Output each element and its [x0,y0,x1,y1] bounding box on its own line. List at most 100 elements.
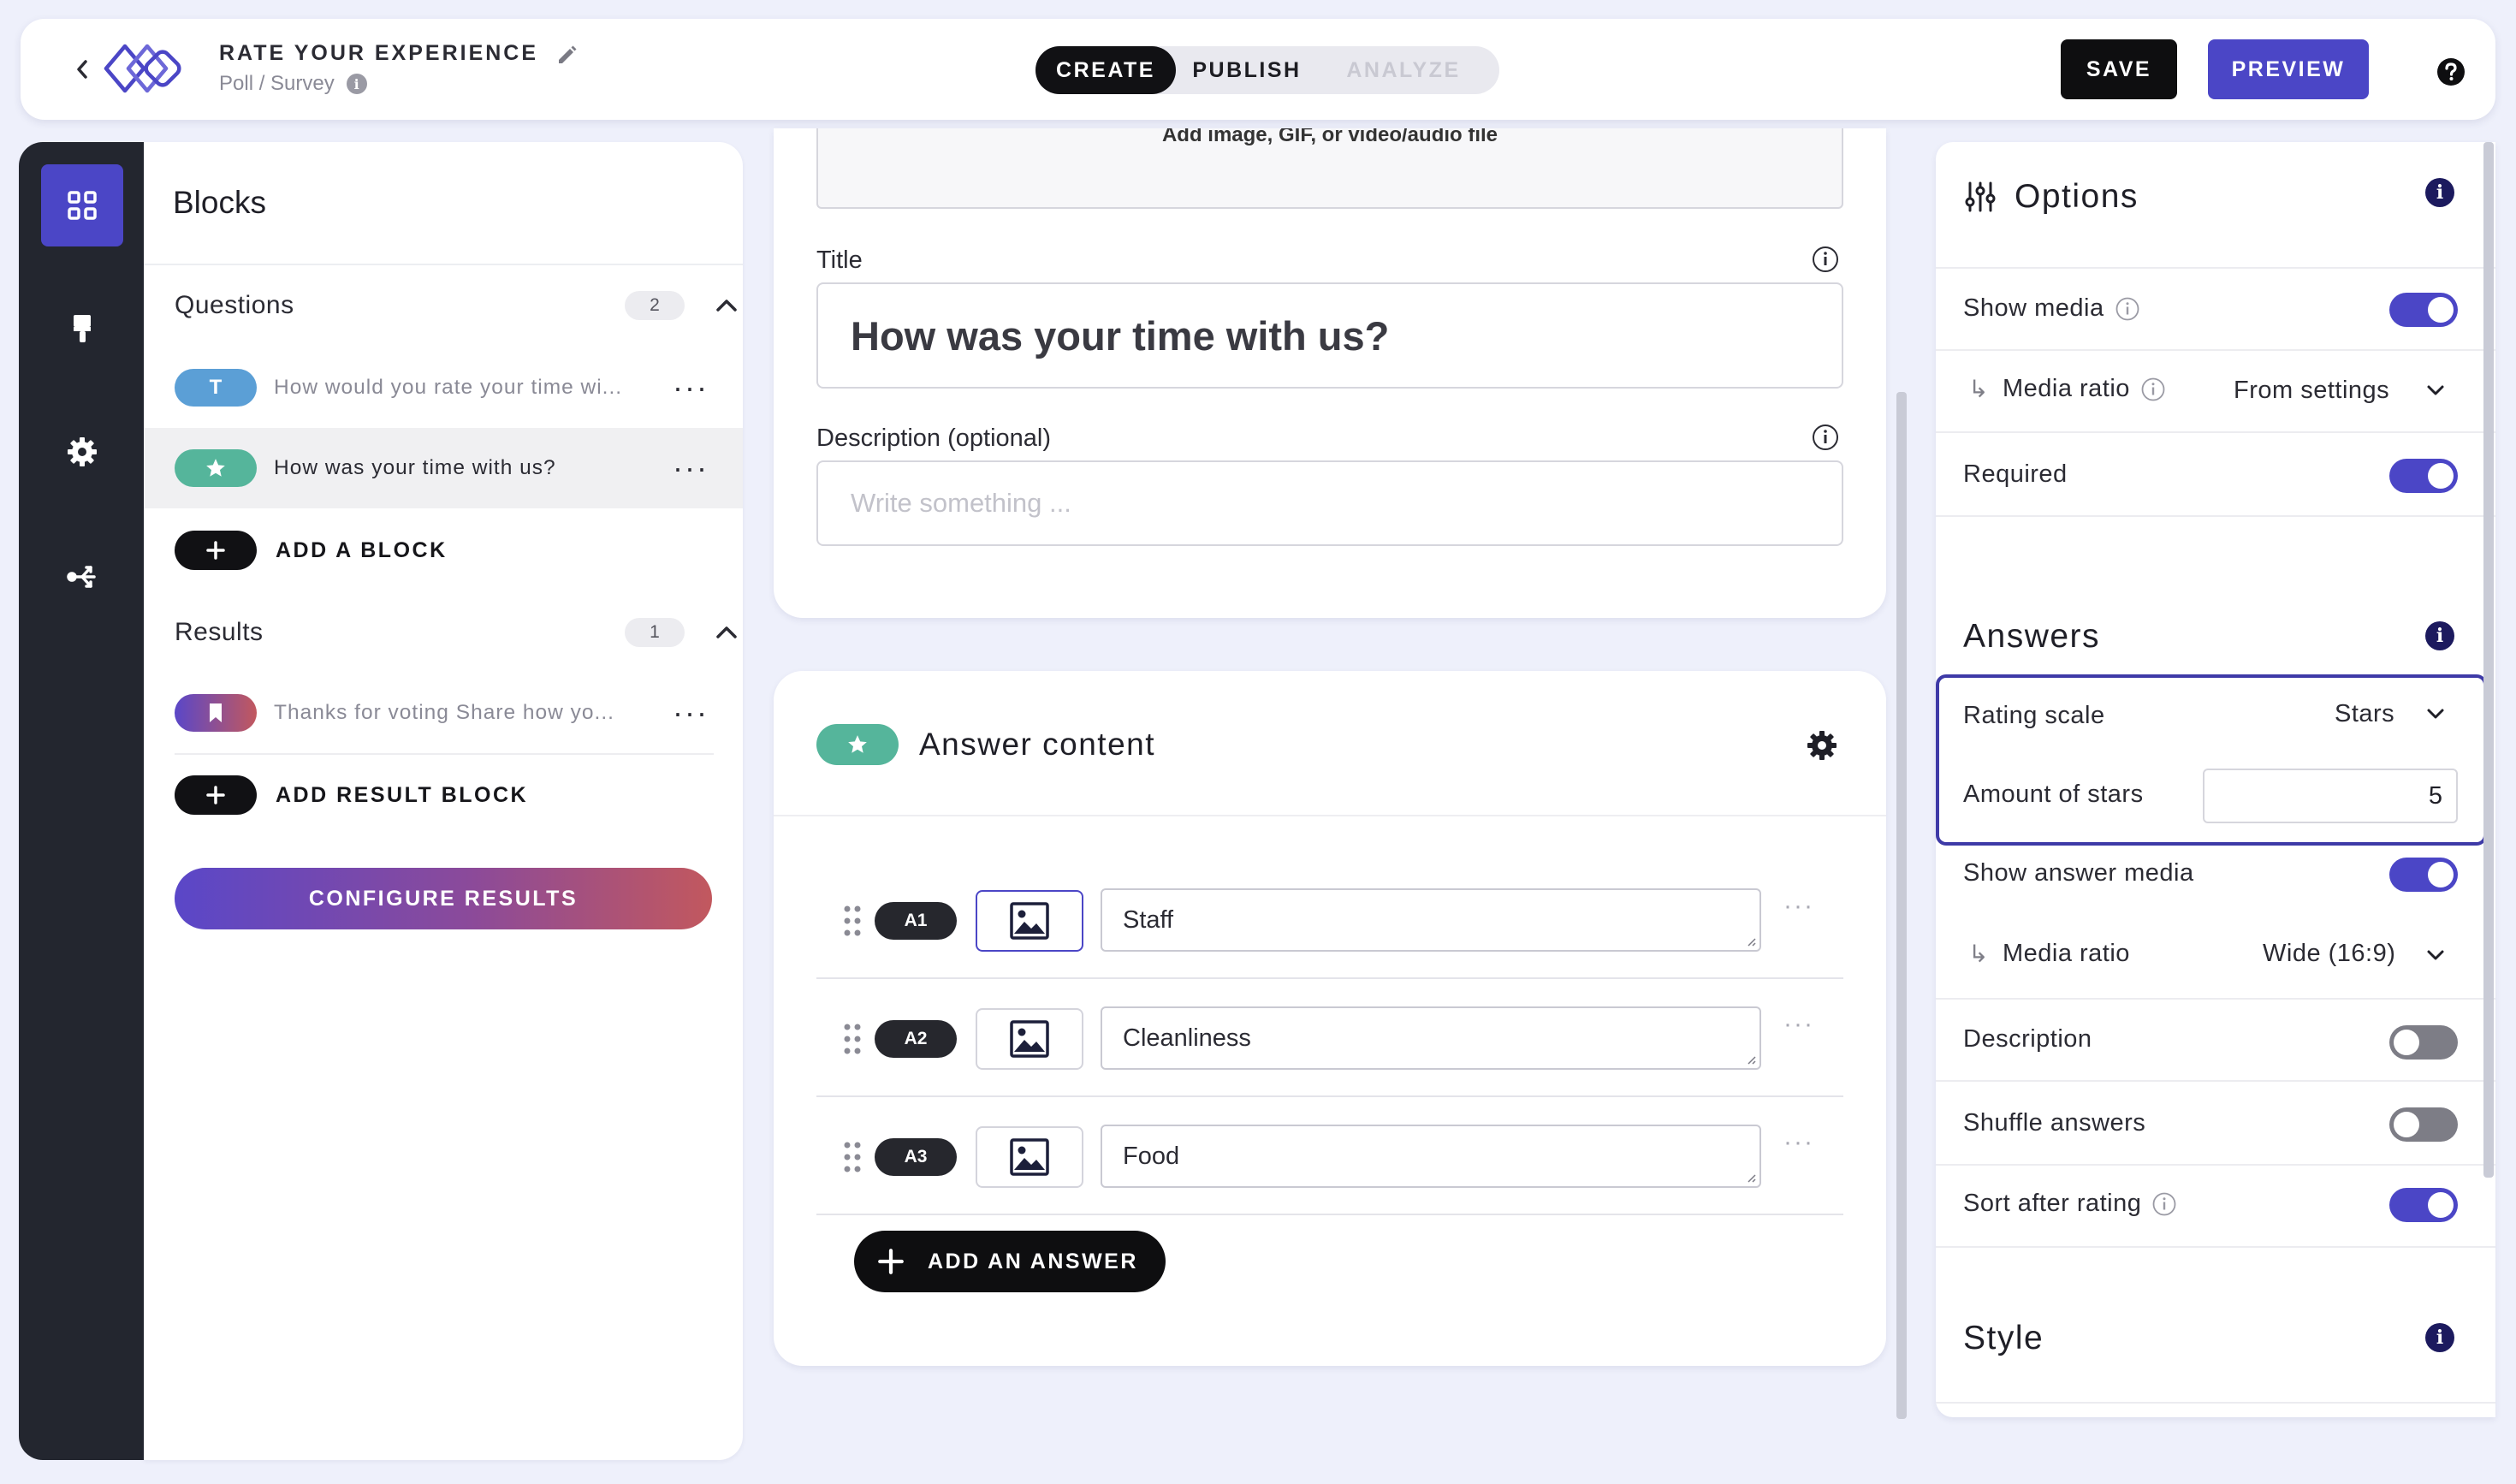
more-options-icon[interactable]: ··· [1783,892,1814,921]
bookmark-icon [210,703,222,722]
image-icon [1010,902,1049,940]
add-answer-label: ADD AN ANSWER [928,1249,1138,1273]
info-icon[interactable] [1811,423,1840,452]
list-item[interactable]: How was your time with us? ··· [144,428,743,508]
sort-after-rating-text: Sort after rating [1963,1190,2142,1217]
chevron-up-icon[interactable] [714,293,739,318]
answer-input[interactable]: Food [1101,1125,1761,1188]
gear-icon[interactable] [1806,729,1838,762]
resize-handle-icon[interactable] [1744,935,1756,947]
show-answer-media-toggle[interactable] [2389,858,2458,892]
add-result-block-button[interactable]: ADD RESULT BLOCK [175,775,528,815]
shuffle-answers-toggle[interactable] [2389,1107,2458,1142]
description-input[interactable]: Write something ... [816,460,1843,546]
more-options-icon[interactable]: ··· [673,697,709,728]
info-icon[interactable]: i [2425,178,2454,207]
star-icon [848,735,867,753]
add-image-button[interactable] [976,890,1083,952]
description-label: Description (optional) [816,424,1052,452]
info-icon[interactable]: i [2425,621,2454,650]
plus-icon [175,531,257,570]
show-answer-media-row: Show answer media [1936,834,2495,916]
preview-button[interactable]: PREVIEW [2208,39,2369,99]
resize-handle-icon[interactable] [1744,1171,1756,1183]
answer-value: Food [1123,1142,1180,1170]
show-media-toggle[interactable] [2389,293,2458,327]
answer-media-ratio-row[interactable]: ↳ Media ratio Wide (16:9) [1936,916,2495,998]
star-question-chip [175,449,257,487]
answer-input[interactable]: Cleanliness [1101,1006,1761,1070]
title-input[interactable]: How was your time with us? [816,282,1843,389]
star-chip [816,724,899,765]
list-item[interactable]: Thanks for voting Share how yo... ··· [144,673,743,753]
resize-handle-icon[interactable] [1744,1053,1756,1065]
answer-row: A3 Food ··· [816,1097,1843,1215]
answer-media-ratio-select[interactable]: Wide (16:9) [2263,940,2395,968]
options-scrollbar[interactable] [2483,142,2494,1178]
add-image-button[interactable] [976,1008,1083,1070]
add-block-label: ADD A BLOCK [276,537,448,562]
chevron-down-icon[interactable] [2422,941,2449,969]
answer-input[interactable]: Staff [1101,888,1761,952]
configure-results-button[interactable]: CONFIGURE RESULTS [175,868,712,929]
drag-handle-icon[interactable] [842,904,863,938]
amount-of-stars-input[interactable]: 5 [2203,769,2458,823]
chevron-down-icon[interactable] [2422,377,2449,404]
questions-header[interactable]: Questions 2 [175,291,737,320]
more-options-icon[interactable]: ··· [1783,1128,1814,1157]
sort-after-rating-toggle[interactable] [2389,1188,2458,1222]
required-toggle[interactable] [2389,459,2458,493]
more-options-icon[interactable]: ··· [673,372,709,403]
answer-row: A1 Staff ··· [816,861,1843,979]
style-title: Style [1963,1320,2044,1356]
gear-icon[interactable] [41,411,123,493]
pencil-icon[interactable] [555,43,578,65]
blocks-grid-icon[interactable] [41,164,123,246]
media-ratio-select[interactable]: From settings [2234,377,2389,405]
info-icon[interactable] [1811,245,1840,274]
add-block-button[interactable]: ADD A BLOCK [175,531,448,570]
tab-publish[interactable]: PUBLISH [1176,46,1318,94]
tab-analyze[interactable]: ANALYZE [1318,46,1489,94]
flow-icon[interactable] [41,536,123,618]
image-icon [1010,1138,1049,1176]
description-option-label: Description [1963,1025,2092,1053]
back-chevron-icon[interactable] [65,50,99,89]
more-options-icon[interactable]: ··· [1783,1010,1814,1039]
add-answer-button[interactable]: ADD AN ANSWER [854,1231,1166,1292]
title-group: RATE YOUR EXPERIENCE [219,41,578,66]
description-toggle[interactable] [2389,1025,2458,1060]
divider [144,264,743,265]
info-icon[interactable] [2151,1191,2177,1217]
tab-create[interactable]: CREATE [1035,46,1176,94]
drag-handle-icon[interactable] [842,1140,863,1174]
info-icon[interactable] [2140,377,2166,402]
mode-switcher: CREATE PUBLISH ANALYZE [1035,46,1499,94]
info-icon[interactable] [2115,296,2140,322]
list-item[interactable]: T How would you rate your time wi... ··· [144,347,743,428]
add-image-button[interactable] [976,1126,1083,1188]
answer-tag: A2 [875,1020,957,1058]
help-icon[interactable] [2436,56,2466,87]
results-count-badge: 1 [625,618,685,647]
required-row: Required [1936,431,2495,513]
drag-handle-icon[interactable] [842,1022,863,1056]
info-icon[interactable]: i [346,74,367,94]
app-logo[interactable] [99,38,193,98]
editor-scrollbar[interactable] [1896,392,1907,1419]
media-upload-area[interactable]: Add image, GIF, or video/audio file [816,128,1843,209]
question-text: How would you rate your time wi... [274,376,623,399]
result-chip [175,694,257,732]
answers-title: Answers [1963,618,2101,655]
sort-after-rating-row: Sort after rating [1936,1164,2495,1246]
subtitle-group: Poll / Survey i [219,72,367,96]
top-header: RATE YOUR EXPERIENCE Poll / Survey i CRE… [21,19,2495,120]
media-ratio-row[interactable]: ↳ Media ratio From settings [1936,349,2495,431]
info-icon[interactable]: i [2425,1323,2454,1352]
chevron-up-icon[interactable] [714,620,739,645]
paint-brush-icon[interactable] [41,288,123,370]
results-header[interactable]: Results 1 [175,618,737,647]
more-options-icon[interactable]: ··· [673,453,709,484]
save-button[interactable]: SAVE [2061,39,2177,99]
add-result-label: ADD RESULT BLOCK [276,782,529,807]
